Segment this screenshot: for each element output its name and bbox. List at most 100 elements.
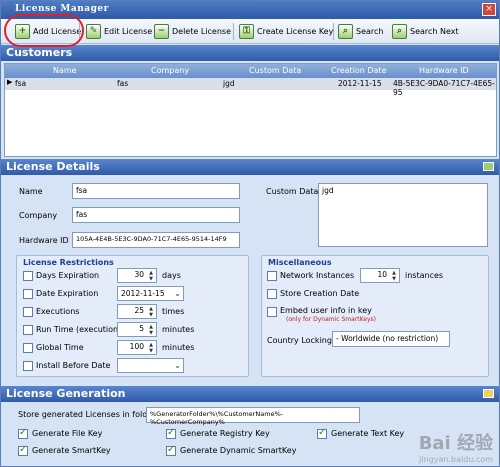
- stepper-arrows-icon[interactable]: ▲ ▼: [390, 270, 398, 282]
- executions-label: Executions: [36, 307, 80, 316]
- store-creation-date-label: Store Creation Date: [280, 289, 360, 298]
- license-generation-title: License Generation: [6, 387, 126, 400]
- toolbar-separator: [333, 23, 334, 40]
- key-icon: ⚿: [239, 24, 254, 39]
- global-time-unit: minutes: [162, 343, 195, 352]
- folder-label: Store generated Licenses in folder:: [18, 410, 159, 419]
- generate-text-key-checkbox[interactable]: [317, 427, 327, 439]
- stepper-arrows-icon[interactable]: ▲ ▼: [147, 270, 155, 282]
- cell-hardware-id: 4B-5E3C-9DA0-71C7-4E65-95: [393, 79, 495, 97]
- generate-registry-key-checkbox[interactable]: [166, 427, 176, 439]
- global-time-value: 100: [129, 342, 144, 351]
- run-time-checkbox[interactable]: [23, 325, 33, 335]
- grid-header: Name Company Custom Data Creation Date H…: [5, 64, 496, 78]
- baidu-watermark: Bai 经验 jingyan.baidu.com: [419, 429, 493, 464]
- country-locking-field[interactable]: - Worldwide (no restriction): [332, 331, 450, 347]
- cell-company: fas: [117, 79, 129, 88]
- miscellaneous-title: Miscellaneous: [268, 258, 332, 267]
- install-before-date-label: Install Before Date: [36, 361, 111, 370]
- search-button[interactable]: ⌕ Search: [338, 22, 383, 41]
- install-before-date-checkbox[interactable]: [23, 361, 33, 371]
- search-icon: ⌕: [338, 24, 353, 39]
- days-expiration-label: Days Expiration: [36, 271, 100, 280]
- cell-custom-data: jgd: [223, 79, 235, 88]
- license-generation-header: License Generation: [1, 386, 499, 402]
- date-expiration-label: Date Expiration: [36, 289, 99, 298]
- window-title: License Manager: [15, 4, 109, 14]
- column-header-company[interactable]: Company: [151, 66, 189, 75]
- panel-icon: [483, 162, 494, 171]
- delete-license-button[interactable]: − Delete License: [154, 22, 231, 41]
- license-restrictions-title: License Restrictions: [23, 258, 114, 267]
- embed-user-info-checkbox[interactable]: [267, 307, 277, 317]
- install-before-date-picker[interactable]: ⌄: [117, 358, 184, 373]
- run-time-label: Run Time (execution): [36, 325, 122, 334]
- generate-dynamic-smartkey-checkbox[interactable]: [166, 444, 176, 456]
- days-expiration-stepper[interactable]: 30 ▲ ▼: [117, 268, 157, 283]
- stepper-arrows-icon[interactable]: ▲ ▼: [147, 324, 155, 336]
- cell-name: fsa: [15, 79, 27, 88]
- generate-text-key-label: Generate Text Key: [331, 429, 405, 438]
- run-time-unit: minutes: [162, 325, 195, 334]
- executions-unit: times: [162, 307, 185, 316]
- search-next-label: Search Next: [410, 27, 459, 36]
- hardware-id-field[interactable]: 105A-4E4B-5E3C-9DA0-71C7-4E65-9514-14F9: [72, 232, 240, 248]
- miscellaneous-group: Miscellaneous Network Instances 10 ▲ ▼ in…: [261, 255, 489, 377]
- license-generation-panel: Store generated Licenses in folder: %Gen…: [1, 402, 499, 466]
- license-details-title: License Details: [6, 160, 100, 173]
- network-instances-stepper[interactable]: 10 ▲ ▼: [360, 268, 400, 283]
- toolbar-separator: [233, 23, 234, 40]
- generate-smartkey-checkbox[interactable]: [18, 444, 28, 456]
- run-time-stepper[interactable]: 5 ▲ ▼: [117, 322, 157, 337]
- date-expiration-value: 2012-11-15: [121, 289, 165, 298]
- generate-registry-key-label: Generate Registry Key: [180, 429, 270, 438]
- search-next-icon: ⌕: [392, 24, 407, 39]
- date-expiration-checkbox[interactable]: [23, 289, 33, 299]
- watermark-url: jingyan.baidu.com: [419, 455, 493, 464]
- stepper-arrows-icon[interactable]: ▲ ▼: [147, 342, 155, 354]
- customers-grid[interactable]: Name Company Custom Data Creation Date H…: [4, 63, 497, 157]
- days-unit: days: [162, 271, 181, 280]
- run-time-value: 5: [139, 324, 144, 333]
- executions-stepper[interactable]: 25 ▲ ▼: [117, 304, 157, 319]
- column-header-hardware-id[interactable]: Hardware ID: [419, 66, 469, 75]
- customers-header: Customers: [1, 45, 499, 61]
- date-expiration-picker[interactable]: 2012-11-15 ⌄: [117, 286, 184, 301]
- company-field[interactable]: fas: [72, 207, 240, 223]
- license-details-panel: Name fsa Company fas Hardware ID 105A-4E…: [1, 175, 499, 383]
- executions-value: 25: [134, 306, 144, 315]
- days-expiration-value: 30: [134, 270, 144, 279]
- executions-checkbox[interactable]: [23, 307, 33, 317]
- global-time-checkbox[interactable]: [23, 343, 33, 353]
- generate-file-key-checkbox[interactable]: [18, 427, 28, 439]
- network-instances-checkbox[interactable]: [267, 271, 277, 281]
- table-row[interactable]: ▶ fsa fas jgd 2012-11-15 4B-5E3C-9DA0-71…: [5, 78, 496, 97]
- folder-field[interactable]: %GeneratorFolder%\%CustomerName%-%Custom…: [146, 407, 360, 426]
- generate-smartkey-label: Generate SmartKey: [32, 446, 111, 455]
- edit-license-icon: ✎: [86, 24, 101, 39]
- days-expiration-checkbox[interactable]: [23, 271, 33, 281]
- edit-license-label: Edit License: [104, 27, 153, 36]
- network-instances-unit: instances: [405, 271, 444, 280]
- column-header-custom-data[interactable]: Custom Data: [249, 66, 301, 75]
- search-next-button[interactable]: ⌕ Search Next: [392, 22, 459, 41]
- delete-license-icon: −: [154, 24, 169, 39]
- stepper-arrows-icon[interactable]: ▲ ▼: [147, 306, 155, 318]
- name-field[interactable]: fsa: [72, 183, 240, 199]
- panel-icon: [483, 389, 494, 398]
- global-time-stepper[interactable]: 100 ▲ ▼: [117, 340, 157, 355]
- column-header-name[interactable]: Name: [53, 66, 77, 75]
- column-header-creation-date[interactable]: Creation Date: [331, 66, 387, 75]
- edit-license-button[interactable]: ✎ Edit License: [86, 22, 152, 41]
- close-icon[interactable]: ×: [482, 3, 496, 16]
- create-license-key-button[interactable]: ⚿ Create License Key: [239, 22, 333, 41]
- cell-creation-date: 2012-11-15: [338, 79, 382, 88]
- store-creation-date-checkbox[interactable]: [267, 289, 277, 299]
- chevron-down-icon[interactable]: ⌄: [174, 289, 181, 298]
- network-instances-value: 10: [377, 270, 387, 279]
- chevron-down-icon[interactable]: ⌄: [174, 361, 181, 370]
- generate-dynamic-smartkey-label: Generate Dynamic SmartKey: [180, 446, 297, 455]
- search-label: Search: [356, 27, 384, 36]
- license-manager-window: License Manager × + Add License ✎ Edit L…: [0, 0, 500, 467]
- custom-data-field[interactable]: jgd: [318, 183, 488, 247]
